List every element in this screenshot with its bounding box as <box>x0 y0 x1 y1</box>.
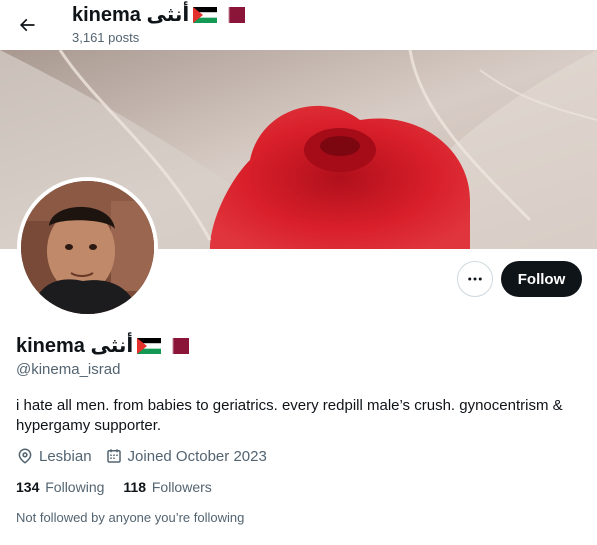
followers-label: Followers <box>151 479 212 495</box>
followers-count: 118 <box>123 479 146 495</box>
mutual-followers-note: Not followed by anyone you’re following <box>16 510 245 525</box>
location-text: Lesbian <box>39 447 92 465</box>
follow-stats: 134 Following 118 Followers <box>16 479 231 495</box>
arrow-left-icon <box>19 18 35 32</box>
profile-name-row: kinema أنثى <box>16 334 190 358</box>
palestine-flag-icon <box>193 7 218 23</box>
joined-item: Joined October 2023 <box>105 447 267 465</box>
following-link[interactable]: 134 Following <box>16 479 104 495</box>
more-horizontal-icon <box>468 277 482 281</box>
following-count: 134 <box>16 479 40 495</box>
location-item: Lesbian <box>16 447 92 465</box>
following-label: Following <box>45 479 105 495</box>
more-button[interactable] <box>457 261 493 297</box>
profile-meta: Lesbian Joined October 2023 <box>16 447 280 465</box>
calendar-icon <box>106 449 121 463</box>
avatar[interactable] <box>21 181 154 314</box>
qatar-flag-icon <box>165 338 190 354</box>
post-count: 3,161 posts <box>72 30 140 45</box>
user-handle: @kinema_israd <box>16 361 121 378</box>
profile-bio: i hate all men. from babies to geriatric… <box>16 397 563 434</box>
followers-link[interactable]: 118 Followers <box>123 479 211 495</box>
qatar-flag-icon <box>221 7 246 23</box>
follow-button[interactable]: Follow <box>501 261 582 297</box>
avatar-container[interactable] <box>17 177 158 318</box>
joined-date: Joined October 2023 <box>127 447 267 465</box>
header-name: kinema أنثى <box>72 4 190 26</box>
location-pin-icon <box>18 448 32 464</box>
back-button[interactable] <box>10 8 44 42</box>
palestine-flag-icon <box>137 338 162 354</box>
top-bar: kinema أنثى 3,161 posts <box>0 0 597 50</box>
display-name: kinema أنثى <box>16 335 134 357</box>
header-title: kinema أنثى <box>72 4 246 26</box>
